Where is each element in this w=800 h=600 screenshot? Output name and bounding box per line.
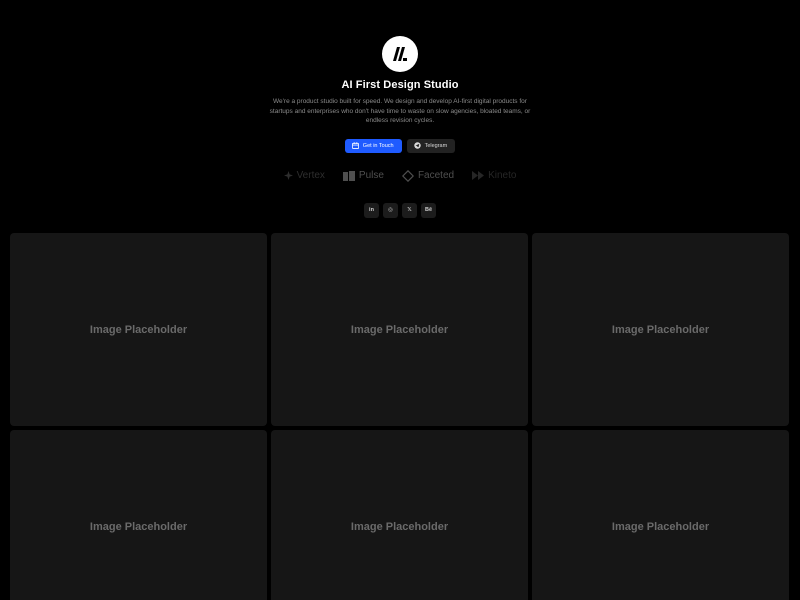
image-placeholder-label: Image Placeholder: [350, 323, 449, 336]
get-in-touch-button[interactable]: Get in Touch: [344, 138, 402, 153]
cta-row: Get in Touch Telegram: [344, 138, 456, 153]
image-gallery: Image Placeholder Image Placeholder Imag…: [10, 233, 791, 600]
studio-description: We're a product studio built for speed. …: [269, 98, 531, 124]
kineto-icon: [472, 171, 485, 180]
gallery-card[interactable]: Image Placeholder: [532, 430, 789, 600]
studio-logo-icon[interactable]: [382, 36, 418, 72]
gallery-card[interactable]: Image Placeholder: [271, 233, 528, 426]
brand-vertex: Vertex: [275, 170, 334, 181]
dribbble-icon[interactable]: ◎: [383, 202, 398, 218]
hero-section: AI First Design Studio We're a product s…: [0, 36, 800, 218]
brand-logos: Vertex Pulse Faceted Kineto: [275, 168, 526, 184]
telegram-button[interactable]: Telegram: [406, 138, 456, 153]
brand-pulse-label: Pulse: [358, 170, 384, 181]
image-placeholder-label: Image Placeholder: [611, 520, 710, 533]
faceted-icon: [401, 169, 414, 182]
behance-icon[interactable]: Bē: [421, 202, 436, 218]
pulse-icon: [342, 170, 355, 181]
image-placeholder-label: Image Placeholder: [350, 520, 449, 533]
linkedin-icon[interactable]: in: [364, 202, 379, 218]
image-placeholder-label: Image Placeholder: [89, 520, 188, 533]
telegram-icon: [413, 142, 421, 149]
image-placeholder-label: Image Placeholder: [611, 323, 710, 336]
page: AI First Design Studio We're a product s…: [0, 0, 800, 600]
brand-faceted-label: Faceted: [417, 170, 455, 181]
brand-vertex-label: Vertex: [296, 170, 325, 181]
calendar-icon: [351, 142, 359, 149]
brand-faceted: Faceted: [393, 169, 463, 182]
x-icon[interactable]: 𝕏: [402, 202, 417, 218]
brand-kineto: Kineto: [463, 170, 525, 181]
gallery-card[interactable]: Image Placeholder: [10, 233, 267, 426]
brand-pulse: Pulse: [334, 170, 393, 181]
vertex-icon: [283, 171, 293, 180]
brand-kineto-label: Kineto: [488, 170, 517, 181]
gallery-card[interactable]: Image Placeholder: [532, 233, 789, 426]
image-placeholder-label: Image Placeholder: [89, 323, 188, 336]
telegram-label: Telegram: [424, 142, 448, 149]
page-title: AI First Design Studio: [341, 79, 459, 91]
gallery-card[interactable]: Image Placeholder: [10, 430, 267, 600]
social-links: in ◎ 𝕏 Bē: [364, 202, 436, 218]
gallery-card[interactable]: Image Placeholder: [271, 430, 528, 600]
get-in-touch-label: Get in Touch: [362, 142, 394, 149]
